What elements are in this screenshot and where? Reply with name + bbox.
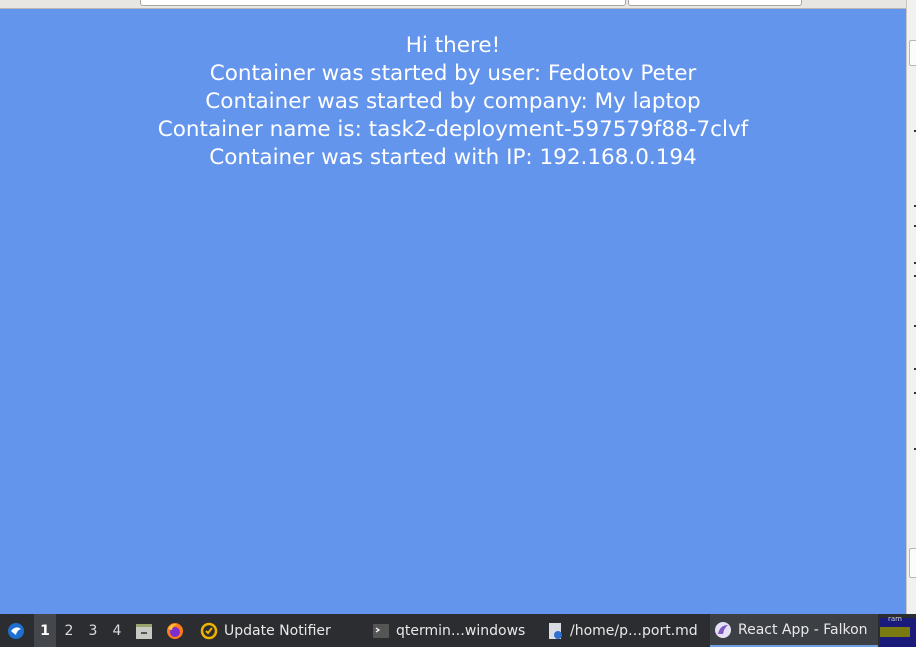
task-update-notifier[interactable]: Update Notifier: [196, 614, 370, 647]
text-editor-icon: [549, 622, 562, 639]
task-label: React App - Falkon: [738, 621, 868, 638]
task-label: Update Notifier: [224, 622, 331, 639]
page-viewport: Hi there! Container was started by user:…: [0, 9, 906, 614]
search-bar[interactable]: [628, 0, 802, 6]
firefox-icon: [167, 622, 183, 639]
desktop-2-button[interactable]: 2: [58, 614, 80, 647]
address-bar[interactable]: [140, 0, 626, 6]
task-text-editor[interactable]: /home/p…port.md: [542, 614, 712, 647]
ram-label: ram: [888, 615, 902, 623]
desktop-4-button[interactable]: 4: [106, 614, 128, 647]
company-line: Container was started by company: My lap…: [205, 89, 701, 114]
falkon-icon: [715, 621, 731, 638]
task-label: qtermin…windows: [396, 622, 526, 639]
window-scrollbar[interactable]: [906, 0, 916, 614]
container-name-line: Container name is: task2-deployment-5975…: [157, 117, 749, 142]
container-info: Hi there! Container was started by user:…: [0, 32, 906, 172]
desktop-3-button[interactable]: 3: [82, 614, 104, 647]
ram-usage-bar: [880, 627, 910, 637]
browser-toolbar-edge: [0, 0, 908, 9]
firefox-launcher[interactable]: [164, 614, 186, 647]
user-line: Container was started by user: Fedotov P…: [209, 61, 697, 86]
file-manager-icon: [136, 623, 152, 639]
task-label: /home/p…port.md: [570, 622, 698, 639]
terminal-icon: [373, 623, 389, 638]
taskbar: 1 2 3 4 Update Notifier qtermin…windows: [0, 614, 916, 647]
start-menu-icon: [8, 622, 24, 639]
ip-line: Container was started with IP: 192.168.0…: [209, 145, 697, 170]
file-manager-launcher[interactable]: [134, 614, 154, 647]
greeting-line: Hi there!: [405, 33, 501, 58]
start-menu-button[interactable]: [4, 614, 28, 647]
desktop-1-button[interactable]: 1: [34, 614, 56, 647]
update-notifier-icon: [200, 622, 218, 639]
task-qterminal[interactable]: qtermin…windows: [368, 614, 544, 647]
task-falkon[interactable]: React App - Falkon: [710, 614, 878, 647]
ram-monitor: ram: [880, 615, 916, 647]
